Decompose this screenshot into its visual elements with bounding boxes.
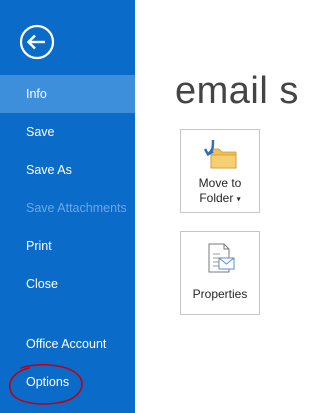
nav-item-close[interactable]: Close [0,265,135,303]
main-content: email s Move to Folder ▾ Properties [135,0,298,413]
nav-item-save[interactable]: Save [0,113,135,151]
properties-label: Properties [192,287,248,301]
nav-item-print[interactable]: Print [0,227,135,265]
back-button[interactable] [18,23,56,61]
move-to-folder-label-line2: Folder ▾ [181,191,259,206]
properties-icon [208,243,235,273]
move-to-folder-label-folder: Folder [199,191,234,205]
nav-item-options[interactable]: Options [0,363,135,401]
nav-item-save-as[interactable]: Save As [0,151,135,189]
backstage-sidebar: Info Save Save As Save Attachments Print… [0,0,135,413]
back-arrow-icon [19,24,55,60]
nav-item-office-account[interactable]: Office Account [0,325,135,363]
move-to-folder-icon [203,139,237,169]
move-to-folder-label-line1: Move to [198,176,242,190]
dropdown-caret-icon: ▾ [236,194,241,204]
nav-item-save-attachments: Save Attachments [26,201,127,215]
move-to-folder-button[interactable]: Move to Folder ▾ [180,129,260,213]
properties-button[interactable]: Properties [180,231,260,315]
nav-item-info[interactable]: Info [0,75,135,113]
page-title: email s [175,70,299,112]
